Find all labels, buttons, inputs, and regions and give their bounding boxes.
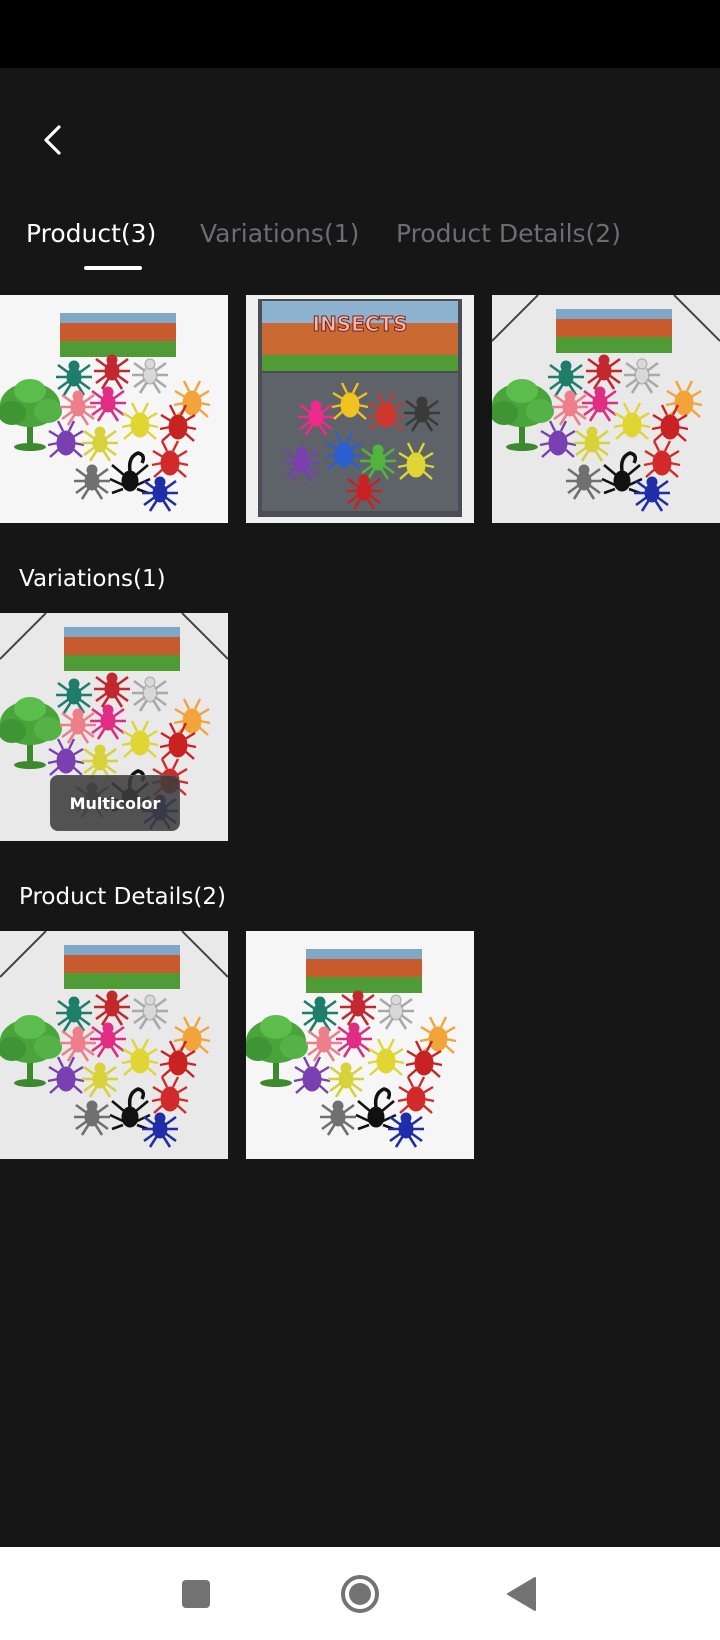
tab-product-details[interactable]: Product Details(2)	[396, 208, 621, 268]
product-image-1[interactable]	[0, 295, 228, 523]
tab-bar: Product(3) Variations(1) Product Details…	[0, 208, 720, 288]
insects-pack-label: INSECTS	[313, 312, 408, 336]
system-nav-bar	[0, 1547, 720, 1640]
tab-product-label: Product(3)	[26, 219, 157, 248]
chevron-left-icon	[44, 125, 61, 155]
product-details-image-1[interactable]	[0, 931, 228, 1159]
circle-icon	[341, 1575, 379, 1613]
status-bar	[0, 0, 720, 68]
variation-item-multicolor[interactable]: Multicolor	[0, 613, 228, 841]
tab-variations-label: Variations(1)	[200, 219, 360, 248]
home-button[interactable]	[330, 1567, 390, 1621]
product-details-image-2[interactable]	[246, 931, 474, 1159]
back-button[interactable]	[30, 112, 76, 168]
product-details-section-title: Product Details(2)	[19, 884, 226, 910]
tab-product-details-label: Product Details(2)	[396, 219, 621, 248]
nav-back-button[interactable]	[492, 1567, 552, 1621]
tab-variations[interactable]: Variations(1)	[200, 208, 359, 268]
variation-label: Multicolor	[50, 775, 180, 831]
square-icon	[182, 1580, 210, 1608]
product-image-3[interactable]	[492, 295, 720, 523]
variations-section-title: Variations(1)	[19, 566, 166, 592]
product-image-2[interactable]: INSECTS	[246, 295, 474, 523]
recents-button[interactable]	[166, 1567, 226, 1621]
tab-product[interactable]: Product(3)	[26, 208, 157, 270]
triangle-back-icon	[507, 1577, 536, 1611]
tab-active-indicator	[84, 266, 142, 270]
